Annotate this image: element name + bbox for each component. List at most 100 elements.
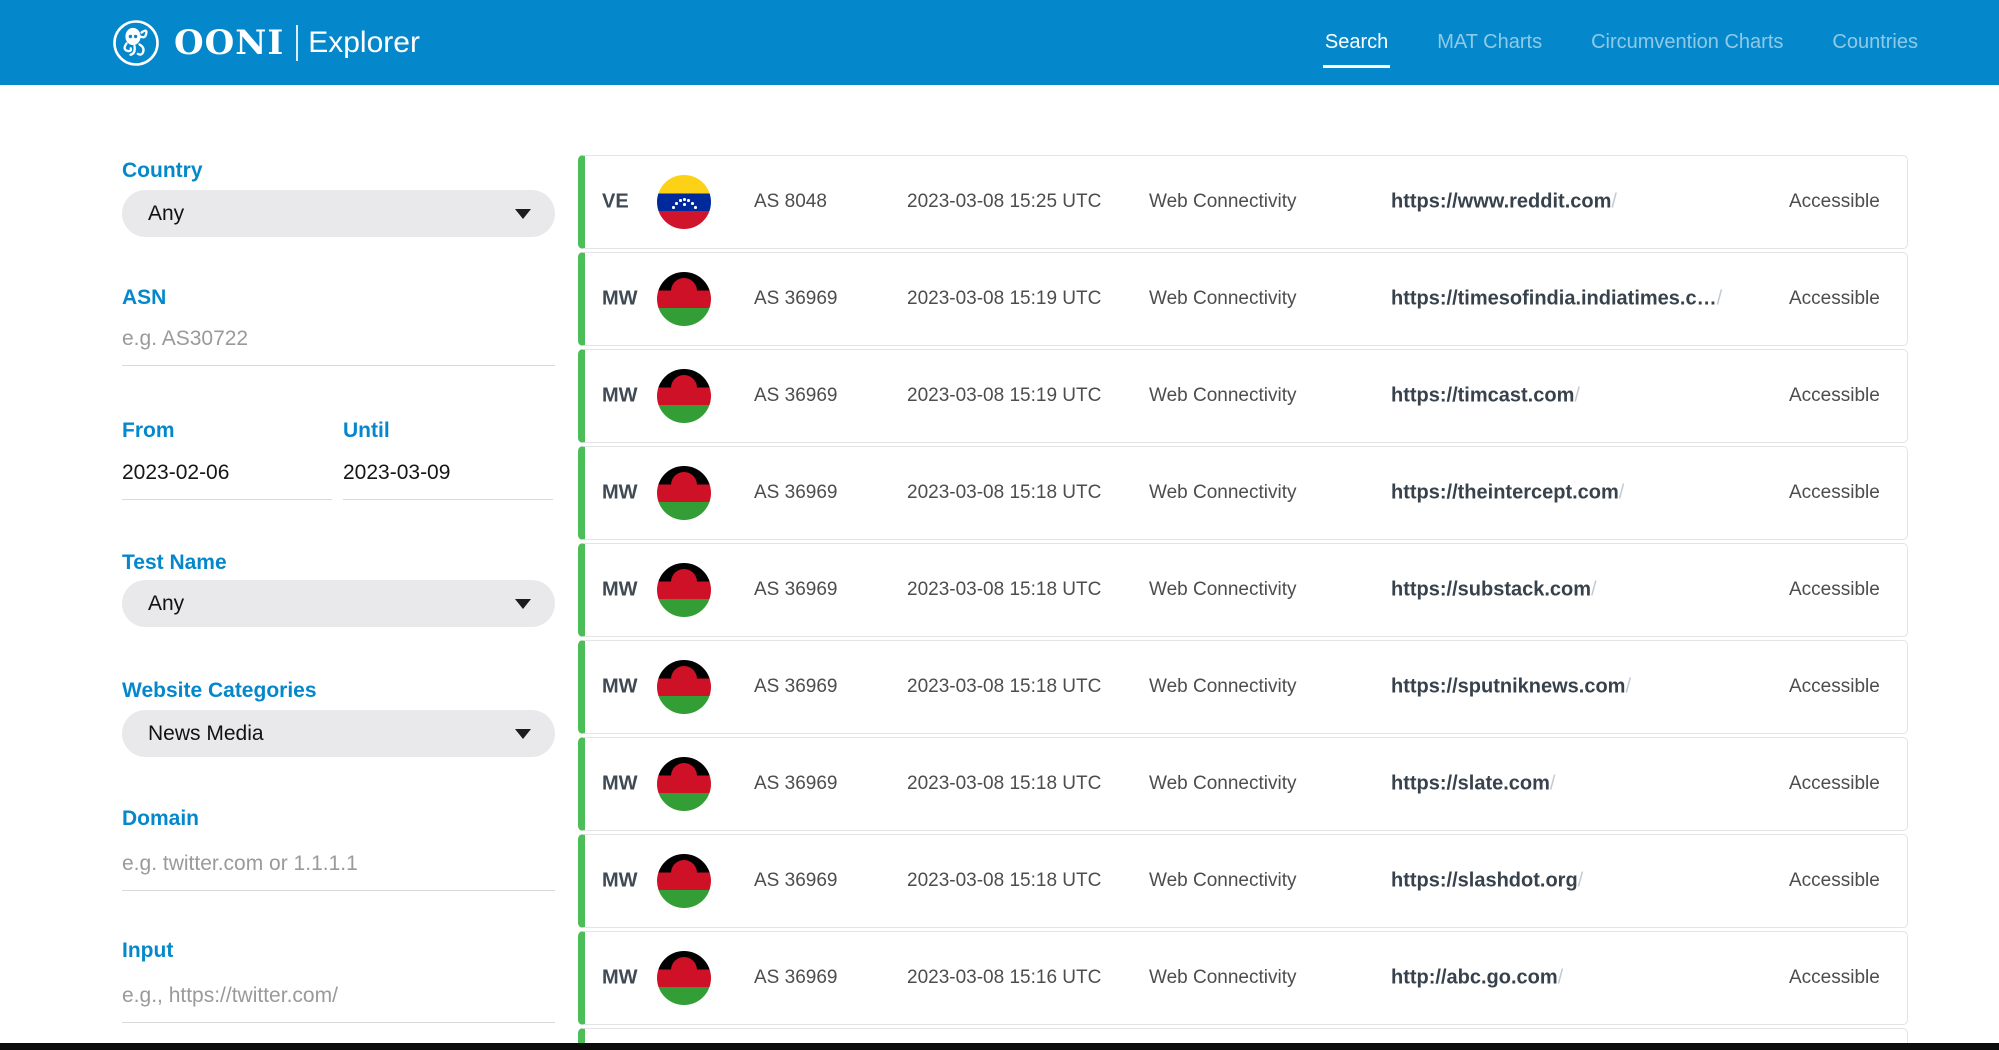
asn-value: AS 8048: [754, 191, 827, 213]
result-row[interactable]: MW AS 36969 2023-03-08 15:19 UTC Web Con…: [578, 252, 1908, 346]
result-row[interactable]: [578, 1028, 1908, 1044]
country-select[interactable]: Any: [122, 190, 555, 237]
status-label: Accessible: [1789, 385, 1880, 407]
measured-url-suffix: /: [1574, 385, 1580, 407]
country-code: MW: [602, 579, 638, 602]
test-name: Web Connectivity: [1149, 676, 1297, 698]
status-label: Accessible: [1789, 191, 1880, 213]
result-row[interactable]: MW AS 36969 2023-03-08 15:19 UTC Web Con…: [578, 349, 1908, 443]
measured-url-text: https://slate.com: [1391, 773, 1550, 795]
test-name-select[interactable]: Any: [122, 580, 555, 627]
asn-value: AS 36969: [754, 385, 837, 407]
test-name: Web Connectivity: [1149, 967, 1297, 989]
measured-url: https://timesofindia.indiatimes.c…/: [1391, 288, 1722, 311]
flag-malawi-icon: [657, 854, 711, 908]
bottom-strip: [0, 1043, 1999, 1050]
nav-item-search[interactable]: Search: [1323, 27, 1390, 58]
flag-malawi-icon: [657, 369, 711, 423]
status-label: Accessible: [1789, 676, 1880, 698]
measured-url-suffix: /: [1611, 191, 1617, 213]
measured-url: https://theintercept.com/: [1391, 482, 1624, 505]
measured-url-text: https://theintercept.com: [1391, 482, 1619, 504]
test-name: Web Connectivity: [1149, 191, 1297, 213]
status-label: Accessible: [1789, 579, 1880, 601]
result-row[interactable]: VE AS 8048 2023-03-08 15:25 UTC Web Conn…: [578, 155, 1908, 249]
measured-url: https://substack.com/: [1391, 579, 1597, 602]
website-categories-label: Website Categories: [122, 678, 317, 704]
test-name: Web Connectivity: [1149, 773, 1297, 795]
until-date-input[interactable]: [343, 461, 553, 500]
flag-malawi-icon: [657, 757, 711, 811]
result-row[interactable]: MW AS 36969 2023-03-08 15:18 UTC Web Con…: [578, 834, 1908, 928]
status-label: Accessible: [1789, 870, 1880, 892]
test-name-label: Test Name: [122, 550, 227, 576]
flag-malawi-icon: [657, 660, 711, 714]
measured-url: https://timcast.com/: [1391, 385, 1580, 408]
status-label: Accessible: [1789, 773, 1880, 795]
domain-label: Domain: [122, 806, 199, 832]
status-label: Accessible: [1789, 482, 1880, 504]
country-code: MW: [602, 482, 638, 505]
country-code: VE: [602, 191, 629, 214]
asn-value: AS 36969: [754, 579, 837, 601]
measured-url-text: https://substack.com: [1391, 579, 1591, 601]
website-categories-select[interactable]: News Media: [122, 710, 555, 757]
measured-url-suffix: /: [1578, 870, 1584, 892]
result-row[interactable]: MW AS 36969 2023-03-08 15:16 UTC Web Con…: [578, 931, 1908, 1025]
chevron-down-icon: [515, 729, 531, 739]
measured-url-suffix: /: [1591, 579, 1597, 601]
measured-url-suffix: /: [1717, 288, 1723, 310]
measured-url: https://slashdot.org/: [1391, 870, 1583, 893]
asn-value: AS 36969: [754, 967, 837, 989]
chevron-down-icon: [515, 209, 531, 219]
nav-item-circumvention-charts[interactable]: Circumvention Charts: [1589, 27, 1785, 58]
filter-sidebar: Country Any ASN From Until Test Name Any…: [122, 0, 555, 1050]
measurement-timestamp: 2023-03-08 15:18 UTC: [907, 579, 1101, 601]
test-name: Web Connectivity: [1149, 288, 1297, 310]
measured-url-suffix: /: [1619, 482, 1625, 504]
domain-input[interactable]: [122, 852, 555, 891]
asn-value: AS 36969: [754, 482, 837, 504]
measured-url-text: https://slashdot.org: [1391, 870, 1578, 892]
asn-value: AS 36969: [754, 676, 837, 698]
measured-url-text: http://abc.go.com: [1391, 967, 1558, 989]
flag-malawi-icon: [657, 272, 711, 326]
measurement-timestamp: 2023-03-08 15:18 UTC: [907, 676, 1101, 698]
result-row[interactable]: MW AS 36969 2023-03-08 15:18 UTC Web Con…: [578, 737, 1908, 831]
measured-url-text: https://www.reddit.com: [1391, 191, 1611, 213]
measured-url: https://sputniknews.com/: [1391, 676, 1631, 699]
test-name: Web Connectivity: [1149, 482, 1297, 504]
result-row[interactable]: MW AS 36969 2023-03-08 15:18 UTC Web Con…: [578, 446, 1908, 540]
result-row[interactable]: MW AS 36969 2023-03-08 15:18 UTC Web Con…: [578, 543, 1908, 637]
asn-value: AS 36969: [754, 773, 837, 795]
asn-value: AS 36969: [754, 288, 837, 310]
result-row[interactable]: MW AS 36969 2023-03-08 15:18 UTC Web Con…: [578, 640, 1908, 734]
country-label: Country: [122, 158, 203, 184]
asn-input[interactable]: [122, 327, 555, 366]
chevron-down-icon: [515, 599, 531, 609]
country-code: MW: [602, 773, 638, 796]
country-select-value: Any: [148, 202, 184, 226]
input-url-input[interactable]: [122, 984, 555, 1023]
measurement-timestamp: 2023-03-08 15:19 UTC: [907, 385, 1101, 407]
country-code: MW: [602, 967, 638, 990]
until-label: Until: [343, 418, 390, 444]
measurement-timestamp: 2023-03-08 15:19 UTC: [907, 288, 1101, 310]
nav-item-mat-charts[interactable]: MAT Charts: [1435, 27, 1544, 58]
from-date-input[interactable]: [122, 461, 332, 500]
results-list: VE AS 8048 2023-03-08 15:25 UTC Web Conn…: [578, 155, 1908, 1044]
country-code: MW: [602, 288, 638, 311]
measurement-timestamp: 2023-03-08 15:25 UTC: [907, 191, 1101, 213]
flag-malawi-icon: [657, 466, 711, 520]
status-label: Accessible: [1789, 967, 1880, 989]
measurement-timestamp: 2023-03-08 15:18 UTC: [907, 482, 1101, 504]
status-label: Accessible: [1789, 288, 1880, 310]
country-code: MW: [602, 676, 638, 699]
test-name-select-value: Any: [148, 592, 184, 616]
measured-url: https://www.reddit.com/: [1391, 191, 1617, 214]
nav-item-countries[interactable]: Countries: [1830, 27, 1920, 58]
measured-url-text: https://timesofindia.indiatimes.c…: [1391, 288, 1717, 310]
measured-url-suffix: /: [1625, 676, 1631, 698]
main-nav: Search MAT Charts Circumvention Charts C…: [1323, 0, 1920, 85]
measured-url: https://slate.com/: [1391, 773, 1555, 796]
